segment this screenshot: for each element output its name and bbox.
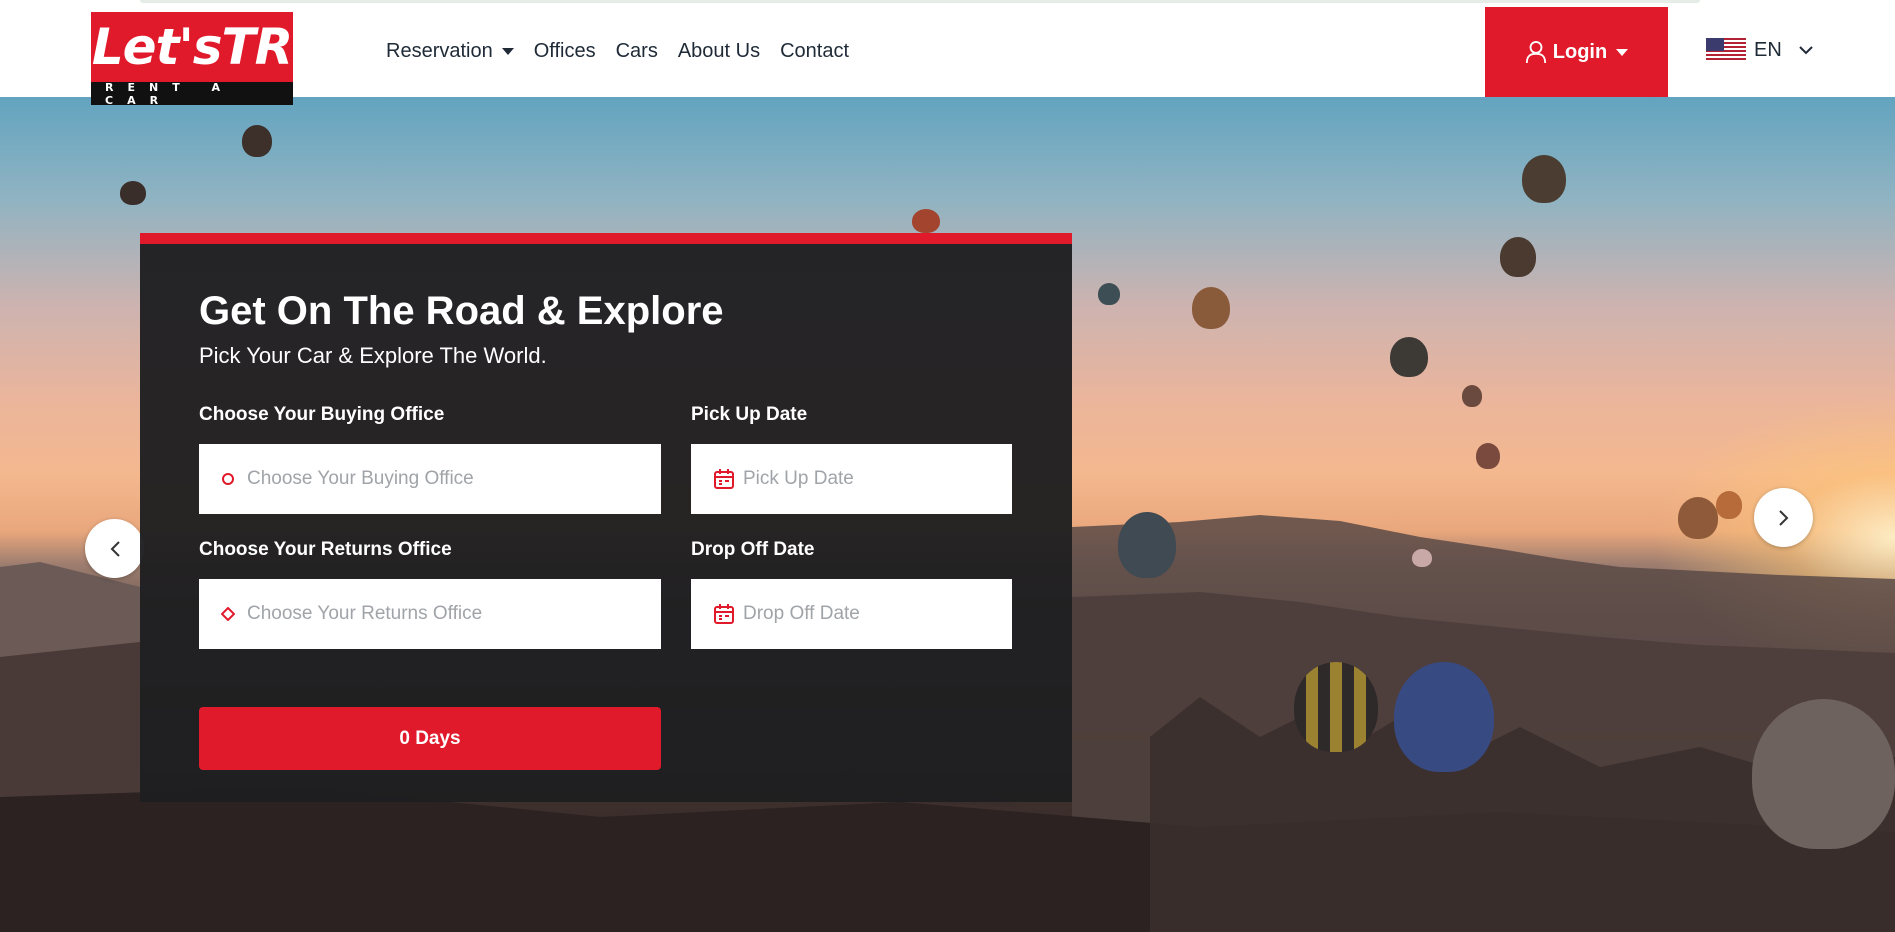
balloon-decoration [1522,155,1566,203]
nav-contact[interactable]: Contact [780,40,849,63]
pickup-date-label: Pick Up Date [691,404,808,425]
diamond-icon [221,607,235,621]
buying-office-placeholder: Choose Your Buying Office [247,468,474,489]
dropoff-date-field[interactable]: Drop Off Date [691,579,1012,649]
logo-main-text: Let'sTR [91,18,293,76]
balloon-decoration [1462,385,1482,407]
dropoff-date-label: Drop Off Date [691,539,815,560]
brand-logo[interactable]: Let'sTR RENT A CAR [91,12,293,107]
balloon-decoration [120,181,146,205]
balloon-decoration [1716,491,1742,519]
logo-sub-text: RENT A CAR [105,80,235,107]
calendar-icon [714,604,734,624]
caret-down-icon [501,48,514,55]
balloon-decoration [1390,337,1428,377]
balloon-decoration [1394,662,1494,772]
carousel-prev-button[interactable] [85,519,144,578]
balloon-decoration [912,209,940,233]
browser-edge [140,0,1700,3]
balloon-decoration [1752,699,1895,849]
buying-office-label: Choose Your Buying Office [199,404,445,425]
logo-top: Let'sTR [91,12,293,82]
nav-offices[interactable]: Offices [534,40,596,63]
balloon-decoration [1098,283,1120,305]
circle-icon [222,473,234,485]
hero-title: Get On The Road & Explore [199,289,724,333]
nav-reservation-label: Reservation [386,40,493,62]
pickup-date-field[interactable]: Pick Up Date [691,444,1012,514]
login-label: Login [1552,40,1608,63]
carousel-next-button[interactable] [1754,488,1813,547]
logo-bottom: RENT A CAR [91,80,293,107]
caret-down-icon [1616,48,1629,56]
balloon-decoration [1294,662,1378,752]
balloon-decoration [1118,512,1176,578]
language-code: EN [1754,38,1782,61]
returns-office-label: Choose Your Returns Office [199,539,452,560]
balloon-decoration [1678,497,1718,539]
balloon-decoration [1192,287,1230,329]
buying-office-field[interactable]: Choose Your Buying Office [199,444,661,514]
returns-office-field[interactable]: Choose Your Returns Office [199,579,661,649]
user-icon [1525,41,1546,64]
nav-cars[interactable]: Cars [616,40,658,63]
balloon-decoration [1412,549,1432,567]
main-nav: Reservation Offices Cars About Us Contac… [386,40,849,63]
chevron-right-icon [1778,509,1788,526]
days-button[interactable]: 0 Days [199,707,661,770]
us-flag-icon [1706,38,1746,62]
hero-subtitle: Pick Your Car & Explore The World. [199,343,547,368]
calendar-icon [714,469,734,489]
chevron-down-icon [1799,46,1813,55]
returns-office-placeholder: Choose Your Returns Office [247,603,483,624]
nav-about-us[interactable]: About Us [678,40,760,63]
chevron-left-icon [110,540,120,557]
reservation-panel: Get On The Road & Explore Pick Your Car … [140,233,1072,802]
balloon-decoration [1476,443,1500,469]
login-button[interactable]: Login [1485,7,1668,97]
language-selector[interactable]: EN [1706,38,1814,62]
balloon-decoration [1500,237,1536,277]
pickup-date-placeholder: Pick Up Date [743,468,854,489]
dropoff-date-placeholder: Drop Off Date [743,603,860,624]
balloon-decoration [242,125,272,157]
nav-reservation[interactable]: Reservation [386,40,514,63]
